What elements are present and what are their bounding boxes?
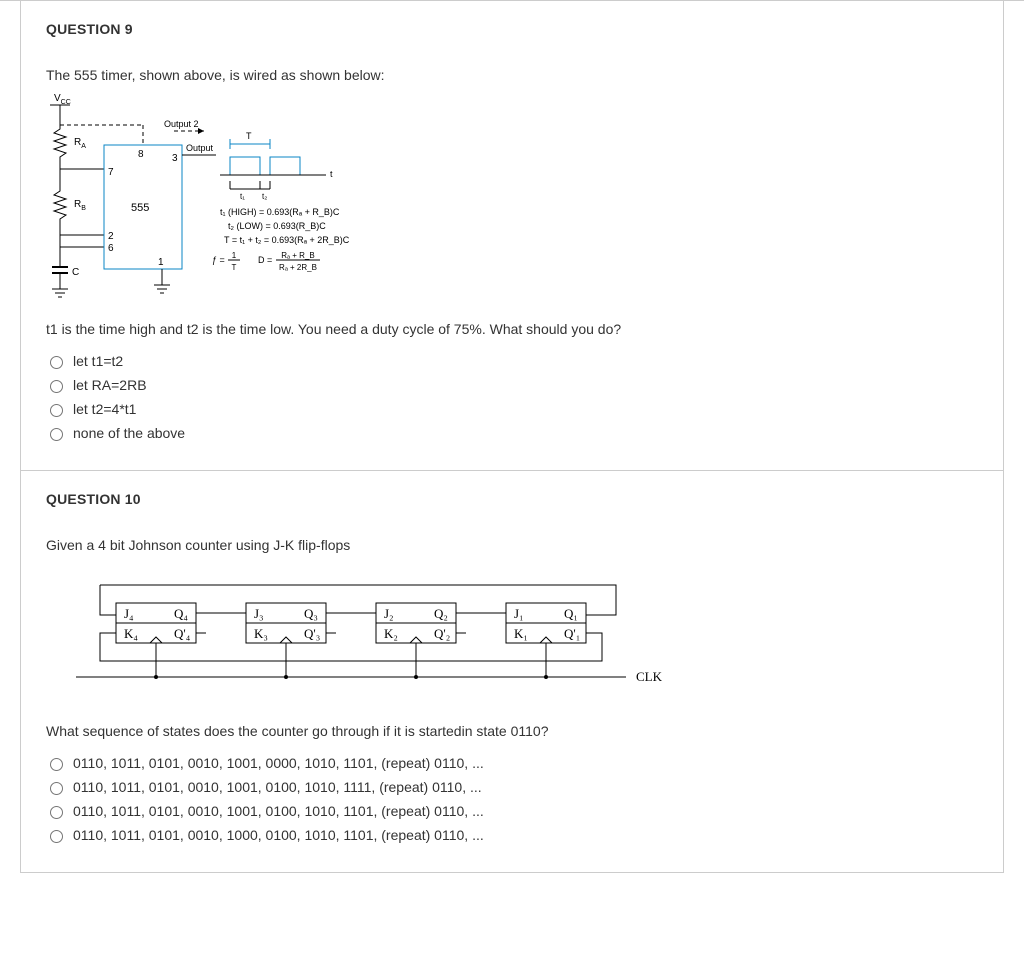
q9-radio-1[interactable]	[50, 380, 63, 393]
q9-options: let t1=t2 let RA=2RB let t2=4*t1 none of…	[46, 349, 978, 445]
q10-option-1[interactable]: 0110, 1011, 0101, 0010, 1001, 0100, 1010…	[46, 775, 978, 799]
svg-text:1: 1	[158, 257, 164, 268]
svg-text:1: 1	[232, 251, 237, 260]
q9-subprompt: t1 is the time high and t2 is the time l…	[46, 321, 978, 337]
question-10-title: QUESTION 10	[46, 491, 978, 507]
svg-text:Q₃: Q₃	[304, 606, 318, 621]
q10-option-3-label: 0110, 1011, 0101, 0010, 1000, 0100, 1010…	[73, 827, 484, 843]
q10-diagram: J₄ Q₄ K₄ Q'₄ J₃ Q₃ K₃ Q'₃ J₂	[46, 565, 978, 705]
svg-text:8: 8	[138, 149, 144, 160]
q9-option-2-label: let t2=4*t1	[73, 401, 136, 417]
svg-text:Q₁: Q₁	[564, 606, 578, 621]
q9-option-3-label: none of the above	[73, 425, 185, 441]
q9-radio-3[interactable]	[50, 428, 63, 441]
q10-prompt: Given a 4 bit Johnson counter using J-K …	[46, 537, 978, 553]
svg-text:t: t	[330, 169, 333, 179]
q9-radio-0[interactable]	[50, 356, 63, 369]
q10-option-0[interactable]: 0110, 1011, 0101, 0010, 1001, 0000, 1010…	[46, 751, 978, 775]
svg-text:RB: RB	[74, 199, 86, 212]
q9-option-0[interactable]: let t1=t2	[46, 349, 978, 373]
svg-text:K₃: K₃	[254, 626, 268, 641]
svg-text:3: 3	[172, 153, 178, 164]
q9-option-1[interactable]: let RA=2RB	[46, 373, 978, 397]
svg-text:Q'₂: Q'₂	[434, 626, 450, 641]
question-10-block: QUESTION 10 Given a 4 bit Johnson counte…	[20, 471, 1004, 873]
q10-option-0-label: 0110, 1011, 0101, 0010, 1001, 0000, 1010…	[73, 755, 484, 771]
q10-radio-0[interactable]	[50, 758, 63, 771]
q10-option-2-label: 0110, 1011, 0101, 0010, 1001, 0100, 1010…	[73, 803, 484, 819]
question-9-title: QUESTION 9	[46, 21, 978, 37]
svg-text:J₁: J₁	[514, 606, 524, 621]
q10-radio-3[interactable]	[50, 830, 63, 843]
q10-option-2[interactable]: 0110, 1011, 0101, 0010, 1001, 0100, 1010…	[46, 799, 978, 823]
svg-text:K₂: K₂	[384, 626, 398, 641]
q10-radio-1[interactable]	[50, 782, 63, 795]
svg-text:t₁ (HIGH) = 0.693(Rₐ + R_B)C: t₁ (HIGH) = 0.693(Rₐ + R_B)C	[220, 207, 340, 217]
q10-option-1-label: 0110, 1011, 0101, 0010, 1001, 0100, 1010…	[73, 779, 482, 795]
svg-text:K₁: K₁	[514, 626, 528, 641]
svg-text:Output 2: Output 2	[164, 119, 199, 129]
q9-radio-2[interactable]	[50, 404, 63, 417]
svg-text:Output: Output	[186, 143, 214, 153]
svg-text:555: 555	[131, 202, 149, 214]
svg-text:Q'₄: Q'₄	[174, 626, 191, 641]
question-9-block: QUESTION 9 The 555 timer, shown above, i…	[20, 1, 1004, 471]
svg-text:Rₐ + 2R_B: Rₐ + 2R_B	[279, 263, 317, 272]
q9-prompt: The 555 timer, shown above, is wired as …	[46, 67, 978, 83]
q10-options: 0110, 1011, 0101, 0010, 1001, 0000, 1010…	[46, 751, 978, 847]
svg-text:Q₂: Q₂	[434, 606, 448, 621]
q9-diagram: VCC RA RB C	[46, 89, 978, 309]
svg-text:RA: RA	[74, 137, 86, 150]
q10-radio-2[interactable]	[50, 806, 63, 819]
svg-text:D =: D =	[258, 255, 272, 265]
svg-text:6: 6	[108, 243, 114, 254]
svg-text:J₄: J₄	[124, 606, 134, 621]
svg-text:Q₄: Q₄	[174, 606, 188, 621]
q9-option-3[interactable]: none of the above	[46, 421, 978, 445]
svg-text:K₄: K₄	[124, 626, 138, 641]
q10-option-3[interactable]: 0110, 1011, 0101, 0010, 1000, 0100, 1010…	[46, 823, 978, 847]
svg-text:7: 7	[108, 167, 114, 178]
svg-text:C: C	[72, 267, 79, 278]
svg-text:J₃: J₃	[254, 606, 264, 621]
svg-text:Q'₃: Q'₃	[304, 626, 320, 641]
svg-text:T: T	[232, 263, 237, 272]
q9-option-0-label: let t1=t2	[73, 353, 123, 369]
q10-subprompt: What sequence of states does the counter…	[46, 723, 978, 739]
q9-option-2[interactable]: let t2=4*t1	[46, 397, 978, 421]
svg-text:T = t₁ + t₂ = 0.693(Rₐ + 2R_B): T = t₁ + t₂ = 0.693(Rₐ + 2R_B)C	[224, 235, 350, 245]
svg-text:2: 2	[108, 231, 114, 242]
svg-text:t₁: t₁	[240, 192, 245, 201]
svg-text:t₂ (LOW) = 0.693(R_B)C: t₂ (LOW) = 0.693(R_B)C	[228, 221, 326, 231]
svg-text:t₂: t₂	[262, 192, 267, 201]
svg-text:CLK: CLK	[636, 669, 663, 684]
q9-option-1-label: let RA=2RB	[73, 377, 147, 393]
svg-text:VCC: VCC	[54, 93, 71, 106]
svg-text:Q'₁: Q'₁	[564, 626, 580, 641]
svg-text:ƒ =: ƒ =	[212, 255, 225, 265]
svg-text:T: T	[246, 131, 252, 141]
svg-text:J₂: J₂	[384, 606, 394, 621]
svg-text:Rₐ + R_B: Rₐ + R_B	[281, 251, 314, 260]
